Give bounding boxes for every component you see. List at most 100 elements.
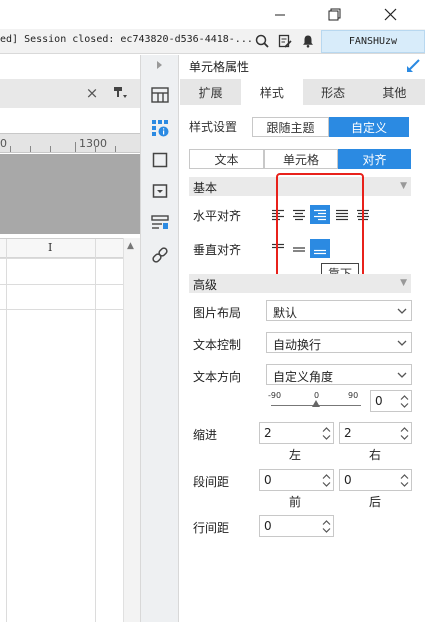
column-header[interactable]: I	[0, 239, 123, 258]
indent-right-label: 右	[369, 448, 382, 462]
text-control-select[interactable]: 自动换行	[266, 332, 412, 353]
stepper-arrows-icon[interactable]	[319, 423, 333, 443]
spacing-before-stepper[interactable]: 0	[259, 469, 334, 491]
slider-mid-label: 0	[314, 391, 320, 400]
stepper-arrows-icon[interactable]	[319, 470, 333, 490]
grid-line	[6, 239, 7, 622]
spreadsheet-grid[interactable]: I	[0, 238, 123, 622]
stepper-value: 2	[264, 426, 272, 440]
slider-max-label: 90	[348, 391, 359, 400]
column-label: I	[48, 241, 53, 254]
user-account[interactable]: FANSHUzw	[321, 30, 425, 53]
stepper-value: 0	[264, 473, 272, 487]
subtab-align[interactable]: 对齐	[338, 149, 411, 169]
format-painter-button[interactable]	[112, 85, 130, 101]
search-button[interactable]	[253, 32, 271, 50]
vertical-scrollbar[interactable]: ▲	[123, 238, 140, 622]
ruler-tick	[50, 146, 51, 152]
spacing-after-label: 后	[369, 495, 382, 509]
indent-left-stepper[interactable]: 2	[259, 422, 334, 444]
horizontal-ruler: 0 1300	[0, 133, 140, 153]
edit-note-button[interactable]	[276, 32, 294, 50]
style-setting-label: 样式设置	[189, 120, 238, 134]
edit-note-icon	[278, 34, 292, 48]
data-column-button[interactable]	[150, 213, 170, 233]
tab-extend[interactable]: 扩展	[180, 79, 241, 105]
text-control-label: 文本控制	[193, 338, 242, 352]
indent-label: 缩进	[193, 428, 218, 442]
notification-button[interactable]	[299, 32, 317, 50]
property-tabs: 扩展 样式 形态 其他	[180, 79, 425, 105]
collapse-caret-icon: ▼	[400, 278, 407, 288]
image-layout-select[interactable]: 默认	[266, 300, 412, 321]
search-icon	[255, 34, 269, 48]
angle-stepper[interactable]: 0	[370, 390, 412, 412]
stepper-arrows-icon[interactable]	[397, 470, 411, 490]
property-icon-bar	[140, 55, 179, 622]
ruler-tick	[75, 142, 76, 152]
report-canvas[interactable]	[0, 154, 140, 234]
hyperlink-button[interactable]	[150, 245, 170, 265]
grid-line	[95, 239, 96, 622]
bell-icon	[303, 35, 313, 48]
close-window-button[interactable]	[370, 0, 410, 29]
collapse-caret-icon: ▼	[400, 181, 407, 191]
restore-icon	[328, 8, 340, 21]
grid-line	[0, 284, 123, 285]
widget-properties-button[interactable]	[150, 85, 170, 105]
spacing-before-label: 前	[289, 495, 302, 509]
cell-properties-button[interactable]	[150, 118, 170, 138]
cell-properties-icon	[152, 120, 169, 137]
stepper-arrows-icon[interactable]	[397, 423, 411, 443]
tab-form[interactable]: 形态	[303, 79, 364, 105]
editor-area: × 0 1300 I ▲	[0, 55, 140, 622]
select-value: 自定义角度	[273, 370, 334, 384]
paragraph-spacing-label: 段间距	[193, 475, 230, 489]
custom-style-option[interactable]: 自定义	[329, 117, 409, 137]
spacing-after-stepper[interactable]: 0	[339, 469, 412, 491]
stepper-value: 0	[375, 394, 383, 408]
indent-right-stepper[interactable]: 2	[339, 422, 412, 444]
slider-thumb[interactable]	[312, 400, 320, 407]
panel-title: 单元格属性	[189, 60, 250, 74]
element-properties-button[interactable]	[150, 150, 170, 170]
line-spacing-label: 行间距	[193, 521, 230, 535]
horizontal-align-label: 水平对齐	[193, 209, 242, 223]
grid-line	[0, 258, 123, 259]
advanced-section-header[interactable]: 高级 ▼	[189, 274, 411, 293]
dock-panel-button[interactable]	[405, 58, 421, 74]
subtab-text[interactable]: 文本	[189, 149, 264, 169]
stepper-arrows-icon[interactable]	[397, 391, 411, 411]
line-spacing-stepper[interactable]: 0	[259, 515, 334, 537]
ruler-tick	[115, 146, 116, 152]
ruler-label: 1300	[79, 137, 107, 150]
close-tab-button[interactable]: ×	[84, 85, 100, 101]
chevron-down-icon	[393, 365, 411, 384]
angle-slider[interactable]: -90 0 90	[268, 391, 366, 413]
maximize-button[interactable]	[314, 0, 354, 29]
tab-other[interactable]: 其他	[364, 79, 425, 105]
select-value: 自动换行	[273, 338, 322, 352]
subtab-cell[interactable]: 单元格	[264, 149, 338, 169]
collapse-panel-button[interactable]	[150, 55, 170, 75]
square-icon	[152, 152, 168, 168]
panel-header: 单元格属性	[180, 55, 425, 78]
minimize-icon	[275, 14, 285, 15]
stepper-value: 2	[344, 426, 352, 440]
text-direction-select[interactable]: 自定义角度	[266, 364, 412, 385]
image-layout-label: 图片布局	[193, 306, 242, 320]
follow-theme-option[interactable]: 跟随主题	[252, 117, 329, 137]
status-message: ed] Session closed: ec743820-d536-4418-.…	[0, 34, 253, 45]
arrow-pin-icon	[407, 59, 420, 72]
text-direction-label: 文本方向	[193, 370, 242, 384]
tab-style[interactable]: 样式	[241, 79, 303, 105]
ruler-label: 0	[0, 137, 7, 150]
status-bar: ed] Session closed: ec743820-d536-4418-.…	[0, 29, 425, 54]
ruler-tick	[30, 146, 31, 152]
dropdown-widget-button[interactable]	[150, 181, 170, 201]
stepper-arrows-icon[interactable]	[319, 516, 333, 536]
minimize-button[interactable]	[260, 0, 300, 29]
scroll-up-icon[interactable]: ▲	[127, 241, 134, 251]
ruler-tick	[10, 146, 11, 152]
vertical-align-label: 垂直对齐	[193, 243, 242, 257]
